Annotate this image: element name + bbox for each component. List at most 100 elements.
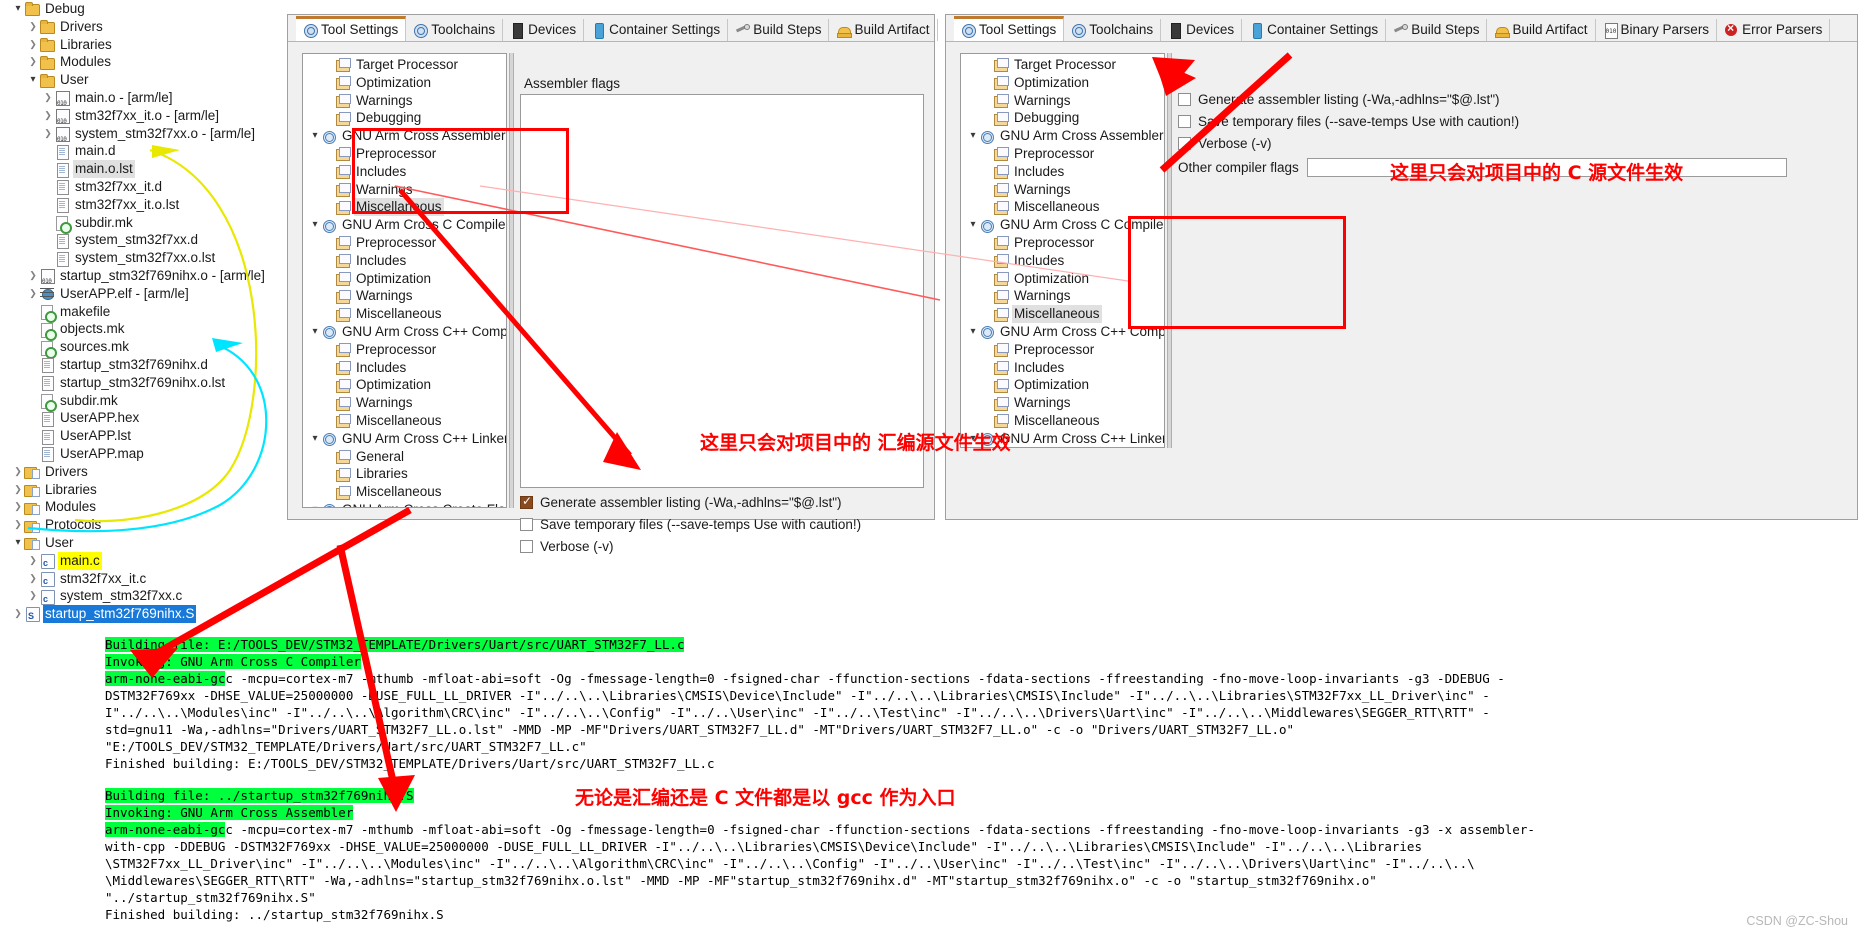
chevron-right-icon[interactable] xyxy=(27,587,39,605)
checkbox-row[interactable]: Save temporary files (--save-temps Use w… xyxy=(1178,110,1678,132)
tree-item[interactable]: GNU Arm Cross Create Flash Image xyxy=(303,501,506,507)
chevron-right-icon[interactable] xyxy=(12,498,24,516)
checkbox-unchecked-icon[interactable] xyxy=(1178,136,1191,150)
tree-item[interactable]: Warnings xyxy=(303,287,506,305)
tree-item[interactable]: subdir.mk xyxy=(0,214,285,234)
tree-item[interactable]: Includes xyxy=(303,163,506,181)
tree-item[interactable]: Includes xyxy=(961,359,1164,377)
chevron-down-icon[interactable] xyxy=(309,127,321,145)
tree-item[interactable]: UserAPP.lst xyxy=(0,427,285,445)
right-tabbar[interactable]: Tool Settings Toolchains Devices Container … xyxy=(946,15,1857,42)
tree-item[interactable]: Target Processor xyxy=(961,56,1164,74)
chevron-right-icon[interactable] xyxy=(27,267,39,285)
chevron-down-icon[interactable] xyxy=(309,430,321,448)
tree-item[interactable]: main.o - [arm/le] xyxy=(0,89,285,113)
tree-item[interactable]: Warnings xyxy=(303,394,506,412)
tree-item[interactable]: Debugging xyxy=(961,109,1164,127)
tree-item[interactable]: Warnings xyxy=(303,181,506,199)
checkbox-unchecked-icon[interactable] xyxy=(1178,114,1191,128)
tree-item[interactable]: Debugging xyxy=(303,109,506,127)
right-splitter[interactable] xyxy=(1167,53,1172,448)
checkbox-unchecked-icon[interactable] xyxy=(520,517,533,531)
tree-item[interactable]: Miscellaneous xyxy=(303,305,506,323)
chevron-down-icon[interactable] xyxy=(27,71,39,89)
tree-item[interactable]: GNU Arm Cross C++ Compiler xyxy=(961,323,1164,341)
tree-item[interactable]: startup_stm32f769nihx.d xyxy=(0,356,285,374)
tree-item[interactable]: Drivers xyxy=(0,18,285,36)
middle-splitter[interactable] xyxy=(509,53,514,508)
tree-item[interactable]: stm32f7xx_it.c xyxy=(0,570,285,591)
tree-item[interactable]: UserAPP.map xyxy=(0,445,285,463)
chevron-down-icon[interactable] xyxy=(12,534,24,552)
chevron-right-icon[interactable] xyxy=(12,605,24,623)
chevron-down-icon[interactable] xyxy=(967,216,979,234)
tab-toolchains[interactable]: Toolchains xyxy=(406,19,504,41)
tree-item[interactable]: Includes xyxy=(303,359,506,377)
tree-item[interactable]: subdir.mk xyxy=(0,392,285,412)
tree-item[interactable]: Preprocessor xyxy=(961,234,1164,252)
tree-item[interactable]: Includes xyxy=(303,252,506,270)
right-checkbox-group[interactable]: Generate assembler listing (-Wa,-adhlns=… xyxy=(1178,88,1678,154)
chevron-right-icon[interactable] xyxy=(27,285,39,303)
tree-item[interactable]: Optimization xyxy=(961,376,1164,394)
tree-item[interactable]: Optimization xyxy=(961,270,1164,288)
tab-container-settings[interactable]: Container Settings xyxy=(584,19,729,41)
chevron-right-icon[interactable] xyxy=(27,36,39,54)
chevron-right-icon[interactable] xyxy=(27,53,39,71)
tree-item[interactable]: Libraries xyxy=(0,481,285,499)
tree-item[interactable]: Miscellaneous xyxy=(303,412,506,430)
tree-item[interactable]: Miscellaneous xyxy=(303,198,506,217)
tree-item[interactable]: Drivers xyxy=(0,463,285,481)
tree-item[interactable]: main.c xyxy=(0,551,285,573)
checkbox-unchecked-icon[interactable] xyxy=(520,539,533,553)
chevron-down-icon[interactable] xyxy=(12,0,24,18)
chevron-right-icon[interactable] xyxy=(27,18,39,36)
chevron-right-icon[interactable] xyxy=(12,516,24,534)
tree-item[interactable]: User xyxy=(0,71,285,89)
tree-item[interactable]: Target Processor xyxy=(303,56,506,74)
tree-item[interactable]: main.d xyxy=(0,142,285,160)
tree-item[interactable]: User xyxy=(0,534,285,552)
tree-item[interactable]: Optimization xyxy=(303,74,506,92)
tree-item[interactable]: GNU Arm Cross Assembler xyxy=(303,127,506,145)
tree-item[interactable]: Miscellaneous xyxy=(961,305,1164,323)
tab-tool-settings[interactable]: Tool Settings xyxy=(296,16,407,41)
tree-item[interactable]: main.o.lst xyxy=(0,160,285,178)
tree-item[interactable]: Warnings xyxy=(961,181,1164,199)
project-explorer-tree[interactable]: DebugDriversLibrariesModulesUsermain.o -… xyxy=(0,0,285,626)
tree-item[interactable]: Warnings xyxy=(961,287,1164,305)
tab-container-settings[interactable]: Container Settings xyxy=(1242,19,1387,41)
checkbox-row[interactable]: Save temporary files (--save-temps Use w… xyxy=(520,513,924,535)
tab-build-artifact[interactable]: Build Artifact xyxy=(1487,19,1596,41)
tree-item[interactable]: General xyxy=(303,448,506,466)
tree-item[interactable]: makefile xyxy=(0,303,285,323)
tree-item[interactable]: objects.mk xyxy=(0,320,285,341)
tree-item[interactable]: system_stm32f7xx.o.lst xyxy=(0,249,285,267)
tree-item[interactable]: stm32f7xx_it.o.lst xyxy=(0,196,285,214)
checkbox-row[interactable]: Verbose (-v) xyxy=(520,535,924,557)
chevron-right-icon[interactable] xyxy=(42,125,54,143)
tree-item[interactable]: Optimization xyxy=(303,270,506,288)
chevron-down-icon[interactable] xyxy=(967,127,979,145)
tree-item[interactable]: UserAPP.elf - [arm/le] xyxy=(0,285,285,303)
tree-item[interactable]: Optimization xyxy=(961,74,1164,92)
tree-item[interactable]: startup_stm32f769nihx.o.lst xyxy=(0,374,285,392)
tree-item[interactable]: Preprocessor xyxy=(961,341,1164,359)
middle-tool-tree-box[interactable]: Target Processor Optimization Warnings Debu… xyxy=(302,53,507,508)
tree-item[interactable]: GNU Arm Cross C Compiler xyxy=(303,216,506,234)
tab-tool-settings[interactable]: Tool Settings xyxy=(954,16,1065,41)
tab-error-parsers[interactable]: Error Parsers xyxy=(1717,19,1831,41)
tree-item[interactable]: Preprocessor xyxy=(303,234,506,252)
checkbox-unchecked-icon[interactable] xyxy=(1178,92,1191,106)
tab-build-steps[interactable]: Build Steps xyxy=(1386,19,1488,41)
chevron-right-icon[interactable] xyxy=(27,552,39,570)
right-tool-tree-box[interactable]: Target Processor Optimization Warnings Debu… xyxy=(960,53,1165,448)
tab-devices[interactable]: Devices xyxy=(503,19,585,41)
tree-item[interactable]: GNU Arm Cross C++ Compiler xyxy=(303,323,506,341)
chevron-right-icon[interactable] xyxy=(12,463,24,481)
checkbox-row[interactable]: Generate assembler listing (-Wa,-adhlns=… xyxy=(1178,88,1678,110)
tree-item[interactable]: Debug xyxy=(0,0,285,18)
tree-item[interactable]: Modules xyxy=(0,53,285,71)
tree-item[interactable]: Protocols xyxy=(0,516,285,534)
checkbox-checked-icon[interactable] xyxy=(520,494,533,509)
